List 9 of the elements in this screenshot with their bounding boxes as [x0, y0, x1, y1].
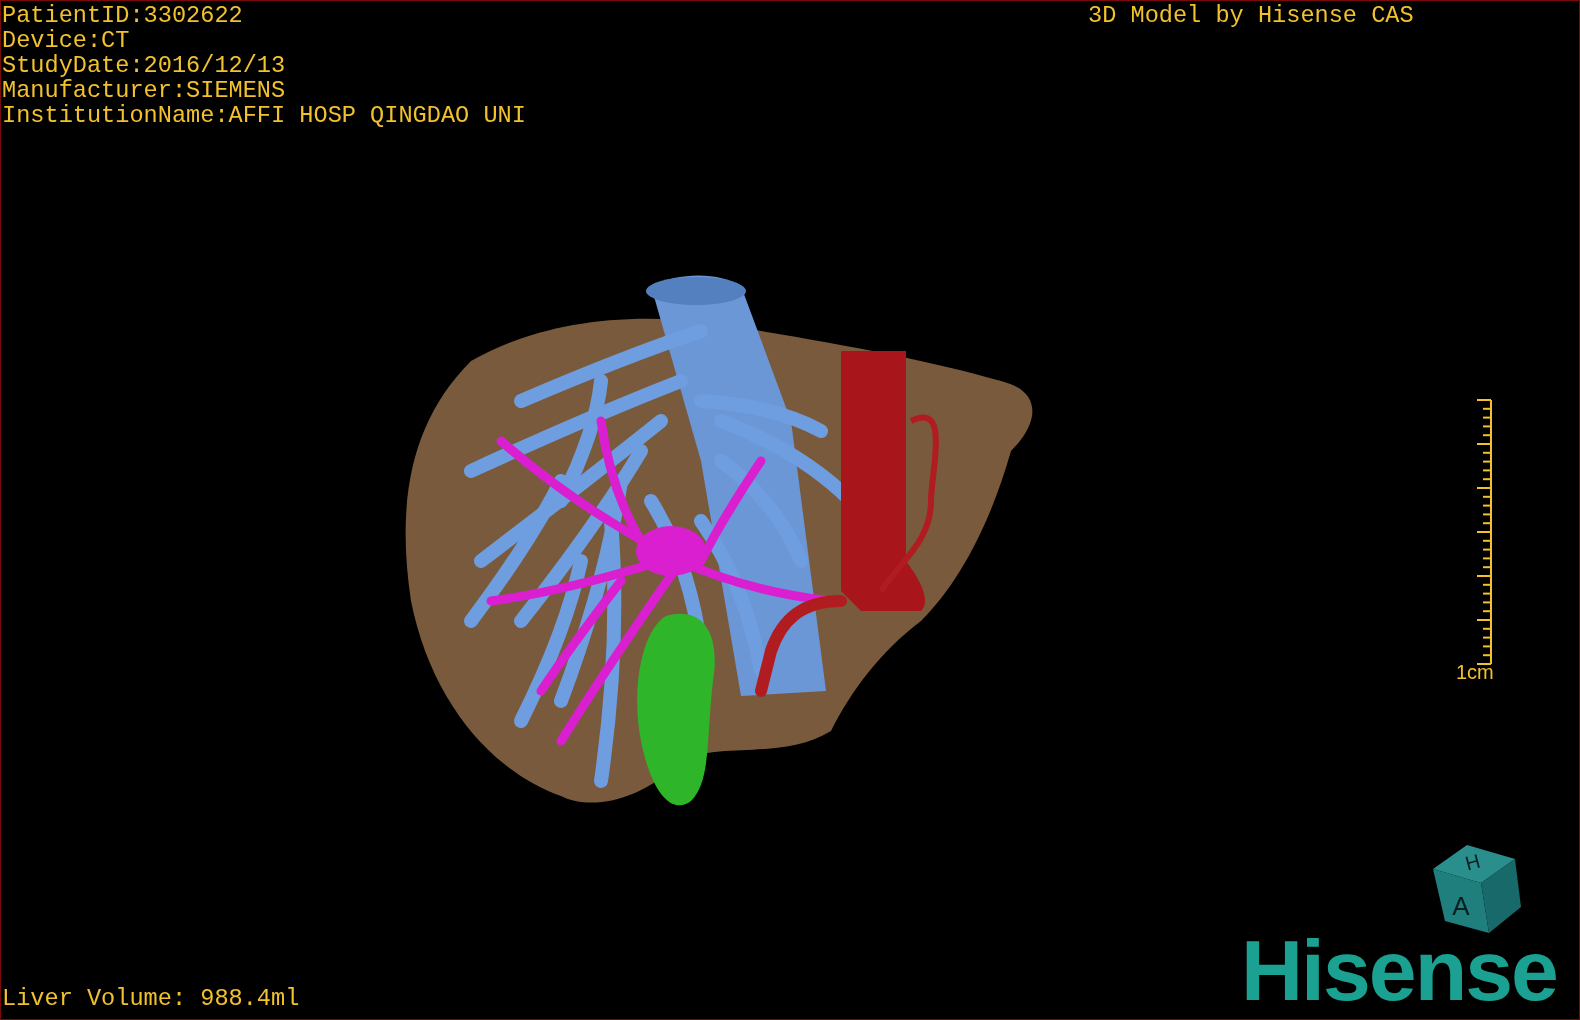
info-line: InstitutionName:AFFI HOSP QINGDAO UNI [2, 103, 526, 128]
liver-volume-text: Liver Volume: 988.4ml [2, 986, 300, 1011]
scale-label: 1cm [1456, 661, 1494, 683]
info-line: StudyDate:2016/12/13 [2, 53, 287, 78]
info-line: Manufacturer:SIEMENS [2, 78, 287, 103]
viewer-title: 3D Model by Hisense CAS [1088, 3, 1414, 28]
info-line: Device:CT [2, 28, 131, 53]
brand-logo: Hisense [1241, 925, 1557, 1015]
info-line: PatientID:3302622 [2, 3, 244, 28]
